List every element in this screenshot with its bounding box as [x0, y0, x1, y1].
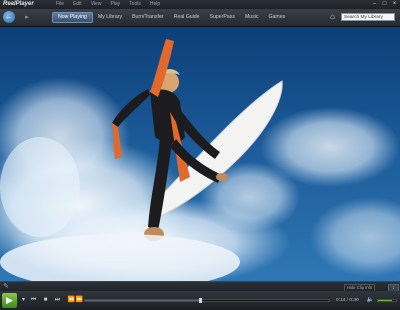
play-icon[interactable]: ▶ — [2, 293, 17, 308]
nav-bar: ← ▸ Now Playing My Library Burn/Transfer… — [0, 9, 400, 27]
play-options-icon[interactable]: ▾ — [19, 296, 28, 305]
minimize-icon[interactable]: – — [371, 1, 378, 7]
fast-forward-icon[interactable]: ⏩ — [75, 296, 84, 305]
seek-handle[interactable] — [198, 298, 202, 303]
menu-view[interactable]: View — [91, 0, 102, 9]
maximize-icon[interactable]: □ — [381, 1, 388, 7]
pencil-icon[interactable]: ✎ — [3, 283, 9, 291]
tab-real-guide[interactable]: Real Guide — [169, 12, 205, 23]
menu-bar: RealPlayer File Edit View Play Tools Hel… — [0, 0, 400, 9]
search-input[interactable]: Search My Library — [341, 13, 395, 21]
previous-icon[interactable]: ⏮ — [29, 296, 38, 305]
menu-edit[interactable]: Edit — [73, 0, 82, 9]
seek-bar[interactable] — [84, 298, 330, 303]
player-controls: ▶ ▾ ⏮ ■ ⏭ ⏪ ⏩ 0:14 / 0:30 🔈 — [0, 291, 400, 310]
forward-icon[interactable]: ▸ — [22, 13, 32, 22]
volume-slider[interactable] — [377, 299, 397, 302]
menu-help[interactable]: Help — [150, 0, 160, 9]
tab-music[interactable]: Music — [240, 12, 264, 23]
volume-level — [378, 300, 393, 301]
home-icon[interactable]: ⌂ — [330, 13, 339, 21]
menu-play[interactable]: Play — [110, 0, 120, 9]
seek-progress — [85, 300, 200, 301]
realplayer-window: RealPlayer File Edit View Play Tools Hel… — [0, 0, 400, 310]
video-frame-surfer — [0, 27, 400, 281]
back-arrow-icon[interactable]: ← — [3, 11, 15, 23]
tab-burn-transfer[interactable]: Burn/Transfer — [127, 12, 169, 23]
tab-superpass[interactable]: SuperPass — [205, 12, 240, 23]
app-logo: RealPlayer — [3, 1, 34, 7]
menu-file[interactable]: File — [56, 0, 64, 9]
window-controls: – □ × — [371, 1, 398, 7]
menu-items: File Edit View Play Tools Help — [56, 0, 160, 9]
volume-icon[interactable]: 🔈 — [366, 296, 375, 305]
tab-now-playing[interactable]: Now Playing — [52, 12, 93, 23]
next-icon[interactable]: ⏭ — [53, 296, 62, 305]
close-icon[interactable]: × — [391, 1, 398, 7]
stop-icon[interactable]: ■ — [41, 296, 50, 305]
tab-my-library[interactable]: My Library — [93, 12, 127, 23]
nav-tabs: Now Playing My Library Burn/Transfer Rea… — [52, 12, 290, 23]
tab-games[interactable]: Games — [263, 12, 290, 23]
menu-tools[interactable]: Tools — [129, 0, 141, 9]
video-display[interactable] — [0, 27, 400, 281]
time-display: 0:14 / 0:30 — [336, 298, 359, 303]
